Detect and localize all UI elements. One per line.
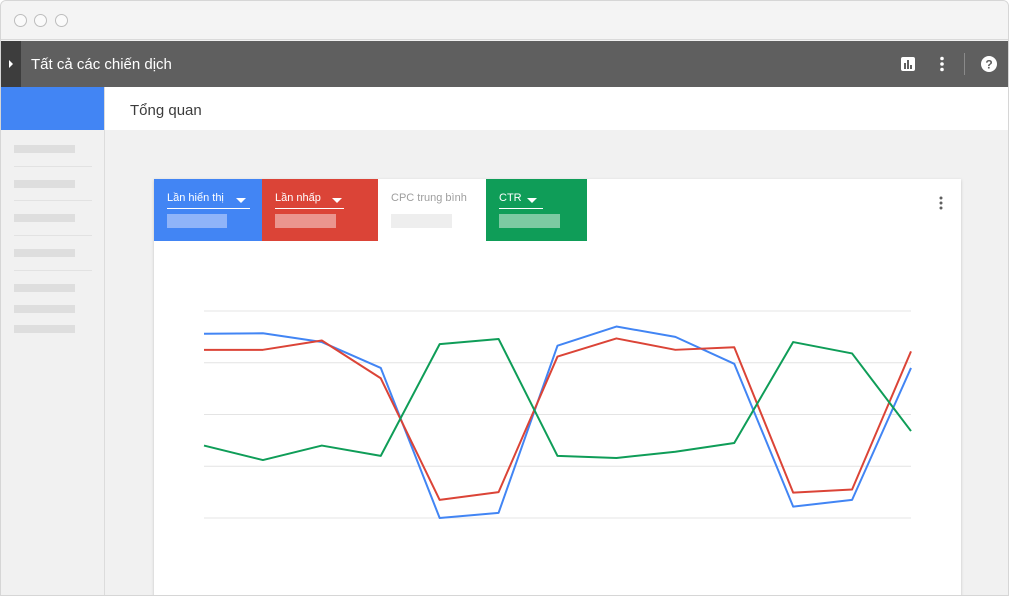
caret-down-icon xyxy=(527,198,537,203)
sidebar-item-placeholder[interactable] xyxy=(14,214,75,222)
svg-text:?: ? xyxy=(985,58,992,72)
metric-underline xyxy=(275,208,344,209)
metric-tab-ctr[interactable]: CTR xyxy=(486,179,587,241)
app-bar: Tất cả các chiến dịch ? xyxy=(1,41,1008,87)
metric-tab-avg-cpc[interactable]: CPC trung bình xyxy=(378,179,486,241)
window-minimize-button[interactable] xyxy=(34,14,47,27)
help-icon: ? xyxy=(981,56,997,72)
toolbar-divider xyxy=(964,53,965,75)
more-vert-icon xyxy=(939,196,943,210)
sidebar-item-placeholder[interactable] xyxy=(14,305,75,313)
sidebar-divider xyxy=(14,270,92,271)
more-vert-icon xyxy=(940,56,944,72)
page-header: Tổng quan xyxy=(105,87,1008,130)
sidebar-item-active[interactable] xyxy=(1,87,104,130)
sidebar-nav xyxy=(1,87,105,595)
help-button[interactable]: ? xyxy=(979,54,999,74)
window-close-button[interactable] xyxy=(14,14,27,27)
metric-label: Lần hiển thị xyxy=(167,192,224,204)
performance-line-chart xyxy=(203,310,912,519)
reports-button[interactable] xyxy=(898,54,918,74)
metric-label: Lần nhấp xyxy=(275,192,321,204)
browser-window: Tất cả các chiến dịch ? Tổng quan Lần hi… xyxy=(0,0,1009,596)
chevron-right-icon xyxy=(9,60,13,68)
metric-value-placeholder xyxy=(499,214,560,228)
sidebar-divider xyxy=(14,166,92,167)
bar-chart-icon xyxy=(901,57,915,71)
chart-series-line-1 xyxy=(203,325,912,519)
caret-down-icon xyxy=(332,198,342,203)
metric-label: CPC trung bình xyxy=(391,192,467,204)
campaign-title: Tất cả các chiến dịch xyxy=(31,56,172,73)
sidebar-item-placeholder[interactable] xyxy=(14,249,75,257)
sidebar-item-placeholder[interactable] xyxy=(14,145,75,153)
sidebar-item-placeholder[interactable] xyxy=(14,180,75,188)
sidebar-divider xyxy=(14,235,92,236)
metric-label: CTR xyxy=(499,192,522,204)
metric-tab-impressions[interactable]: Lần hiển thị xyxy=(154,179,262,241)
page-title: Tổng quan xyxy=(130,102,202,119)
metric-underline xyxy=(167,208,250,209)
sidebar-item-placeholder[interactable] xyxy=(14,284,75,292)
sidebar-item-placeholder[interactable] xyxy=(14,325,75,333)
metric-value-placeholder xyxy=(275,214,336,228)
metric-tab-clicks[interactable]: Lần nhấp xyxy=(262,179,378,241)
sidebar-divider xyxy=(14,200,92,201)
metric-underline xyxy=(499,208,543,209)
caret-down-icon xyxy=(236,198,246,203)
more-options-button[interactable] xyxy=(932,54,952,74)
window-maximize-button[interactable] xyxy=(55,14,68,27)
metric-value-placeholder xyxy=(167,214,227,228)
metric-value-placeholder xyxy=(391,214,452,228)
sidebar-toggle-button[interactable] xyxy=(1,41,21,87)
card-more-button[interactable] xyxy=(934,195,948,211)
window-titlebar xyxy=(1,1,1008,40)
